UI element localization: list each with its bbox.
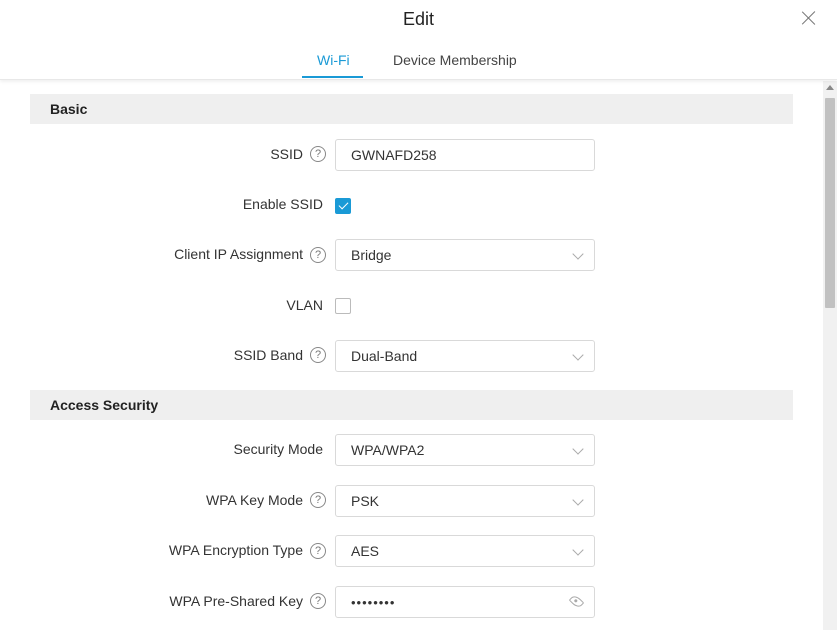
- scrollbar-thumb[interactable]: [825, 98, 835, 308]
- ssid-band-select[interactable]: Dual-Band: [335, 340, 595, 372]
- active-tab-indicator: [302, 76, 363, 78]
- client-ip-select[interactable]: Bridge: [335, 239, 595, 271]
- close-icon[interactable]: [801, 10, 817, 26]
- enable-ssid-checkbox[interactable]: [335, 198, 351, 214]
- wpa-encryption-help-icon[interactable]: ?: [310, 543, 326, 559]
- eye-icon[interactable]: [568, 593, 585, 610]
- security-mode-value: WPA/WPA2: [351, 442, 425, 458]
- client-ip-help-icon[interactable]: ?: [310, 247, 326, 263]
- ssid-input[interactable]: GWNAFD258: [335, 139, 595, 171]
- ssid-band-value: Dual-Band: [351, 348, 418, 364]
- ssid-label: SSID: [270, 146, 303, 162]
- wpa-psk-input[interactable]: ••••••••: [335, 586, 595, 618]
- wpa-key-mode-select[interactable]: PSK: [335, 485, 595, 517]
- chevron-down-icon: [572, 494, 584, 506]
- tab-wifi[interactable]: Wi-Fi: [317, 52, 350, 68]
- chevron-down-icon: [572, 443, 584, 455]
- ssid-band-label: SSID Band: [233, 347, 303, 363]
- client-ip-label: Client IP Assignment: [174, 246, 303, 262]
- chevron-down-icon: [572, 544, 584, 556]
- security-mode-label: Security Mode: [233, 441, 323, 457]
- form-content: Basic SSID ? GWNAFD258 Enable SSID Clien…: [0, 81, 823, 630]
- wpa-key-mode-label: WPA Key Mode: [205, 492, 303, 508]
- wpa-psk-value: ••••••••: [351, 595, 396, 610]
- wpa-psk-help-icon[interactable]: ?: [310, 593, 326, 609]
- chevron-down-icon: [572, 248, 584, 260]
- dialog-header: Edit Wi-Fi Device Membership: [0, 0, 837, 80]
- section-access-security: Access Security: [30, 390, 793, 420]
- scrollbar[interactable]: [823, 81, 837, 630]
- enable-ssid-label: Enable SSID: [242, 196, 323, 212]
- scroll-up-arrow-icon[interactable]: [826, 85, 834, 90]
- ssid-help-icon[interactable]: ?: [310, 146, 326, 162]
- wpa-psk-label: WPA Pre-Shared Key: [169, 593, 303, 609]
- wpa-encryption-value: AES: [351, 543, 380, 559]
- dialog-title: Edit: [402, 9, 435, 29]
- chevron-down-icon: [572, 349, 584, 361]
- wpa-key-mode-value: PSK: [351, 493, 380, 509]
- wpa-encryption-select[interactable]: AES: [335, 535, 595, 567]
- security-mode-select[interactable]: WPA/WPA2: [335, 434, 595, 466]
- client-ip-value: Bridge: [351, 247, 392, 263]
- tab-device-membership[interactable]: Device Membership: [393, 52, 517, 68]
- section-basic: Basic: [30, 94, 793, 124]
- ssid-band-help-icon[interactable]: ?: [310, 347, 326, 363]
- wpa-encryption-label: WPA Encryption Type: [168, 542, 303, 558]
- vlan-checkbox[interactable]: [335, 298, 351, 314]
- wpa-key-mode-help-icon[interactable]: ?: [310, 492, 326, 508]
- vlan-label: VLAN: [286, 297, 323, 313]
